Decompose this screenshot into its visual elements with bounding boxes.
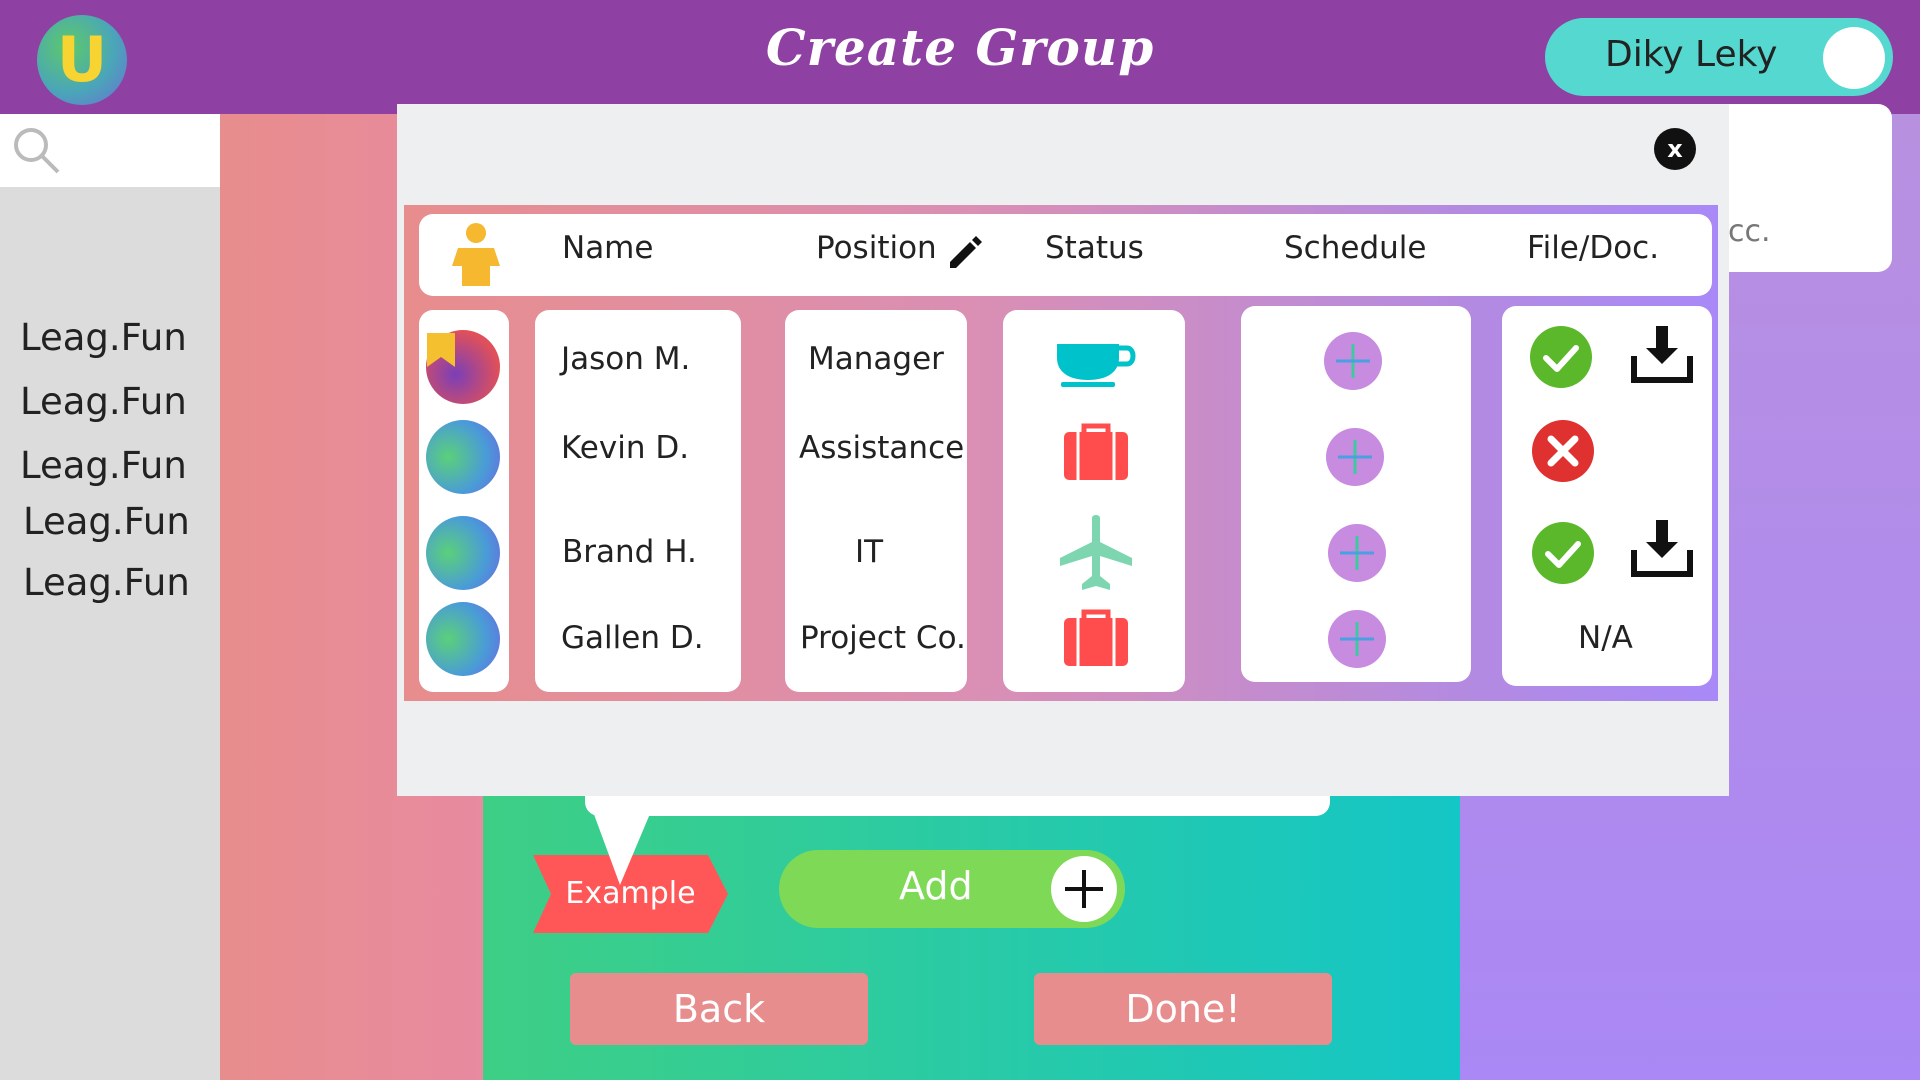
add-button[interactable]: Add bbox=[779, 850, 1125, 928]
app-logo[interactable]: U bbox=[37, 15, 127, 105]
sidebar-item[interactable]: Leag.Fun bbox=[20, 316, 187, 359]
sidebar-item[interactable]: Leag.Fun bbox=[23, 561, 190, 604]
briefcase-icon bbox=[1064, 423, 1128, 480]
briefcase-icon bbox=[1064, 609, 1128, 666]
logo-letter: U bbox=[56, 23, 108, 96]
column-header-file-doc: File/Doc. bbox=[1527, 230, 1660, 266]
sidebar: Leag.Fun Leag.Fun Leag.Fun Leag.Fun Leag… bbox=[0, 114, 220, 1080]
member-position: IT bbox=[855, 534, 884, 570]
add-schedule-icon[interactable] bbox=[1324, 332, 1382, 390]
back-button[interactable]: Back bbox=[570, 973, 868, 1045]
column-header-position: Position bbox=[816, 230, 937, 266]
download-icon[interactable] bbox=[1630, 520, 1694, 578]
column-header-schedule: Schedule bbox=[1284, 230, 1427, 266]
top-bar: U Create Group Diky Leky bbox=[0, 0, 1920, 114]
member-name: Brand H. bbox=[562, 534, 697, 570]
avatar[interactable] bbox=[426, 516, 500, 590]
background-card-text: cc. bbox=[1728, 214, 1771, 249]
pencil-icon[interactable] bbox=[946, 232, 984, 270]
file-status-text: N/A bbox=[1578, 620, 1633, 656]
add-schedule-icon[interactable] bbox=[1326, 428, 1384, 486]
sidebar-item[interactable]: Leag.Fun bbox=[23, 500, 190, 543]
sidebar-item[interactable]: Leag.Fun bbox=[20, 444, 187, 487]
plus-icon[interactable] bbox=[1051, 856, 1117, 922]
airplane-icon bbox=[1060, 515, 1132, 590]
person-icon bbox=[452, 223, 500, 286]
avatar[interactable] bbox=[426, 602, 500, 676]
download-icon[interactable] bbox=[1630, 326, 1694, 384]
member-position: Assistance bbox=[799, 430, 965, 466]
column-header-status: Status bbox=[1045, 230, 1144, 266]
done-button[interactable]: Done! bbox=[1034, 973, 1332, 1045]
column-header-name: Name bbox=[562, 230, 654, 266]
x-circle-icon bbox=[1532, 420, 1594, 482]
add-schedule-icon[interactable] bbox=[1328, 610, 1386, 668]
check-icon bbox=[1530, 326, 1592, 388]
member-position: Project Co. bbox=[800, 620, 966, 656]
close-button[interactable]: x bbox=[1654, 128, 1696, 170]
coffee-cup-icon bbox=[1057, 344, 1136, 387]
page-title: Create Group bbox=[765, 18, 1155, 77]
bookmark-icon bbox=[427, 333, 455, 367]
toggle-knob[interactable] bbox=[1823, 27, 1885, 89]
speech-bubble-tail bbox=[585, 790, 660, 885]
sidebar-item[interactable]: Leag.Fun bbox=[20, 380, 187, 423]
member-name: Gallen D. bbox=[561, 620, 704, 656]
member-name: Kevin D. bbox=[561, 430, 690, 466]
user-name: Diky Leky bbox=[1605, 34, 1778, 75]
member-name: Jason M. bbox=[561, 341, 691, 377]
avatar[interactable] bbox=[426, 420, 500, 494]
add-schedule-icon[interactable] bbox=[1328, 524, 1386, 582]
search-box[interactable] bbox=[0, 114, 220, 187]
member-position: Manager bbox=[808, 341, 944, 377]
check-icon bbox=[1532, 522, 1594, 584]
search-icon[interactable] bbox=[12, 126, 60, 174]
user-toggle[interactable]: Diky Leky bbox=[1545, 18, 1893, 96]
add-button-label: Add bbox=[899, 864, 973, 908]
